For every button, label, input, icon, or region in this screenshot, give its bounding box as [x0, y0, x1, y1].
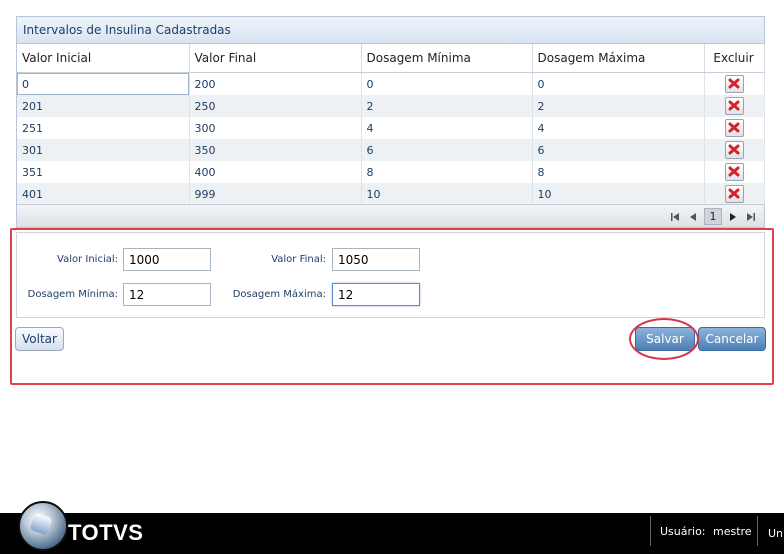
table-row[interactable]: 0 200 0 0 [17, 72, 765, 95]
pager: 1 [668, 208, 758, 225]
dosagem-minima-cell: 2 [361, 95, 533, 117]
dosagem-minima-cell: 10 [361, 183, 533, 205]
insulin-intervals-grid: Intervalos de Insulina Cadastradas Valor… [16, 16, 765, 228]
valor-final-cell: 250 [189, 95, 362, 117]
highlight-ellipse [629, 318, 699, 360]
dosagem-minima-cell: 4 [361, 117, 533, 139]
valor-final-cell: 400 [189, 161, 362, 183]
delete-cell [704, 72, 765, 95]
first-page-icon[interactable] [668, 209, 682, 224]
delete-cell [704, 161, 765, 183]
col-valor-final[interactable]: Valor Final [189, 44, 362, 73]
highlight-rectangle [10, 228, 774, 385]
delete-cell [704, 95, 765, 117]
valor-final-cell: 999 [189, 183, 362, 205]
col-valor-inicial[interactable]: Valor Inicial [17, 44, 190, 73]
footer-divider [650, 516, 651, 546]
dosagem-maxima-cell: 6 [532, 139, 705, 161]
delete-icon[interactable] [724, 141, 744, 159]
delete-cell [704, 117, 765, 139]
delete-icon[interactable] [724, 163, 744, 181]
valor-inicial-cell: 351 [17, 161, 190, 183]
col-excluir: Excluir [704, 44, 765, 73]
grid-pager-bar: 1 [17, 204, 764, 227]
delete-cell [704, 139, 765, 161]
valor-final-cell: 300 [189, 117, 362, 139]
truncated-footer-text: Un [768, 527, 784, 540]
col-dosagem-maxima[interactable]: Dosagem Máxima [532, 44, 705, 73]
current-page[interactable]: 1 [704, 208, 722, 225]
table-header-row: Valor Inicial Valor Final Dosagem Mínima… [17, 44, 765, 73]
dosagem-maxima-cell: 2 [532, 95, 705, 117]
col-dosagem-minima[interactable]: Dosagem Mínima [361, 44, 533, 73]
table-row[interactable]: 301 350 6 6 [17, 139, 765, 161]
delete-icon[interactable] [724, 185, 744, 203]
dosagem-maxima-cell: 8 [532, 161, 705, 183]
user-label: Usuário: [660, 525, 706, 538]
user-value: mestre [713, 525, 752, 538]
dosagem-minima-cell: 6 [361, 139, 533, 161]
valor-final-cell: 350 [189, 139, 362, 161]
dosagem-minima-cell: 8 [361, 161, 533, 183]
brand-name: TOTVS [68, 520, 144, 545]
totvs-logo-icon [18, 501, 68, 551]
dosagem-maxima-cell: 4 [532, 117, 705, 139]
table-row[interactable]: 251 300 4 4 [17, 117, 765, 139]
dosagem-maxima-cell: 0 [532, 72, 705, 95]
prev-page-icon[interactable] [686, 209, 700, 224]
table-row[interactable]: 201 250 2 2 [17, 95, 765, 117]
valor-final-cell: 200 [189, 72, 362, 95]
delete-icon[interactable] [724, 119, 744, 137]
valor-inicial-cell: 301 [17, 139, 190, 161]
delete-icon[interactable] [724, 75, 744, 93]
dosagem-minima-cell: 0 [361, 72, 533, 95]
table-row[interactable]: 351 400 8 8 [17, 161, 765, 183]
delete-cell [704, 183, 765, 205]
valor-inicial-cell: 251 [17, 117, 190, 139]
valor-inicial-cell: 201 [17, 95, 190, 117]
delete-icon[interactable] [724, 97, 744, 115]
dosagem-maxima-cell: 10 [532, 183, 705, 205]
grid-title: Intervalos de Insulina Cadastradas [17, 17, 764, 44]
intervals-table: Valor Inicial Valor Final Dosagem Mínima… [17, 44, 765, 205]
valor-inicial-cell: 0 [17, 72, 190, 95]
footer-divider [757, 516, 758, 546]
valor-inicial-cell: 401 [17, 183, 190, 205]
table-body: 0 200 0 0 201 250 2 2 251 300 4 4 301 350 6 6 351 400 8 8 40… [17, 72, 765, 205]
last-page-icon[interactable] [744, 209, 758, 224]
next-page-icon[interactable] [726, 209, 740, 224]
table-row[interactable]: 401 999 10 10 [17, 183, 765, 205]
